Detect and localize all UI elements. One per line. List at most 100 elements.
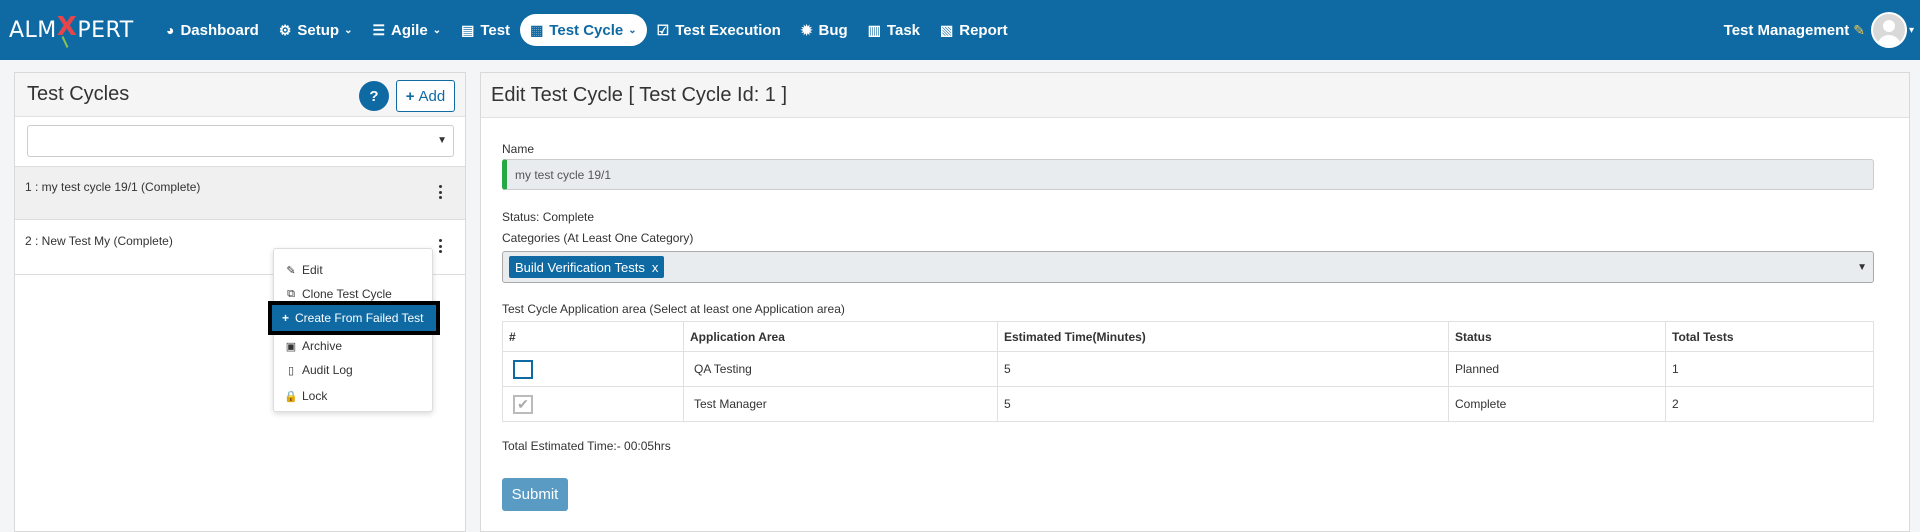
area-cell: QA Testing: [683, 351, 998, 387]
nav-report[interactable]: ▧ Report: [930, 14, 1018, 46]
gears-icon: ⚙: [278, 21, 292, 38]
categories-label: Categories (At Least One Category): [502, 231, 694, 245]
area-cell: Test Manager: [683, 386, 998, 422]
edit-test-cycle-panel: Edit Test Cycle [ Test Cycle Id: 1 ] Nam…: [480, 72, 1910, 532]
nav-test[interactable]: ▤ Test: [451, 14, 520, 46]
time-cell: 5: [997, 386, 1449, 422]
menu-item-archive[interactable]: ▣ Archive: [274, 335, 432, 357]
logo-x: X: [56, 12, 78, 42]
menu-item-edit[interactable]: ✎ Edit: [274, 259, 432, 281]
name-field[interactable]: my test cycle 19/1: [502, 159, 1874, 190]
lock-icon: 🔒: [284, 390, 298, 403]
total-cell: 2: [1665, 386, 1874, 422]
question-icon: ?: [369, 87, 379, 105]
category-tag-label: Build Verification Tests: [515, 259, 645, 275]
nav-bug[interactable]: ✹ Bug: [791, 14, 858, 46]
menu-label: Audit Log: [302, 363, 353, 377]
status-cell: Complete: [1448, 386, 1666, 422]
plus-icon: +: [405, 87, 415, 105]
file-icon: ▯: [287, 364, 295, 377]
main-nav: ◕ Dashboard ⚙ Setup ⌄ ☰ Agile ⌄ ▤ Test ▦ Test C…: [156, 14, 1018, 46]
logo-text-left: ALM: [9, 17, 57, 43]
plus-icon: +: [282, 311, 290, 325]
tasks-icon: ▥: [867, 21, 881, 38]
project-name: Test Management: [1723, 21, 1850, 39]
test-cycles-header: Test Cycles ? + Add: [15, 73, 465, 117]
chevron-down-icon: ⌄: [628, 24, 637, 36]
user-menu[interactable]: Test Management ✎ ▾: [1724, 10, 1920, 50]
table-row: ✔ Test Manager 5 Complete 2: [502, 386, 1874, 422]
bug-icon: ✹: [800, 21, 813, 38]
test-cycle-item[interactable]: 1 : my test cycle 19/1 (Complete): [15, 166, 465, 220]
avatar[interactable]: [1870, 12, 1907, 48]
nav-label: Report: [959, 21, 1008, 39]
check-square-icon: ☑: [656, 21, 670, 38]
table-header-row: # Application Area Estimated Time(Minute…: [502, 321, 1874, 352]
time-cell: 5: [997, 351, 1449, 387]
kebab-menu-icon[interactable]: [434, 181, 446, 203]
menu-label: Edit: [302, 263, 323, 277]
nav-label: Bug: [818, 21, 848, 39]
pencil-icon: ✎: [286, 264, 296, 277]
cycle-filter-select[interactable]: ▼: [27, 125, 454, 157]
remove-tag-icon[interactable]: x: [652, 260, 659, 275]
help-button[interactable]: ?: [359, 81, 389, 111]
submit-button[interactable]: Submit: [502, 478, 568, 511]
total-cell: 1: [1665, 351, 1874, 387]
nav-label: Setup: [297, 21, 340, 39]
application-area-label: Test Cycle Application area (Select at l…: [502, 302, 845, 316]
total-estimated-time: Total Estimated Time:- 00:05hrs: [502, 439, 671, 453]
menu-label: Lock: [302, 389, 328, 403]
category-tag: Build Verification Tests x: [509, 256, 665, 278]
menu-item-lock[interactable]: 🔒 Lock: [274, 385, 432, 407]
menu-label: Clone Test Cycle: [302, 287, 392, 301]
select-cell: ✔: [502, 386, 684, 422]
categories-select[interactable]: Build Verification Tests x ▼: [502, 251, 1874, 283]
nav-test-execution[interactable]: ☑ Test Execution: [647, 14, 791, 46]
nav-label: Test Cycle: [549, 21, 624, 39]
top-navbar: ALM X PERT ◕ Dashboard ⚙ Setup ⌄ ☰ Agile ⌄ ▤ Tes…: [0, 0, 1920, 60]
dashboard-icon: ◕: [166, 22, 175, 38]
document-icon: ▤: [461, 21, 475, 38]
column-header: Estimated Time(Minutes): [997, 321, 1449, 352]
almxpert-logo[interactable]: ALM X PERT: [9, 12, 134, 47]
caret-down-icon[interactable]: ▾: [1909, 25, 1914, 36]
status-text: Status: Complete: [502, 210, 595, 224]
nav-agile[interactable]: ☰ Agile ⌄: [362, 14, 451, 46]
test-cycle-label: 1 : my test cycle 19/1 (Complete): [25, 180, 201, 194]
column-header: Status: [1448, 321, 1666, 352]
nav-test-cycle[interactable]: ▦ Test Cycle ⌄: [520, 14, 647, 46]
select-cell: [502, 351, 684, 387]
test-cycles-panel: Test Cycles ? + Add ▼ 1 : my test cycle 1…: [14, 72, 466, 532]
panel-title: Test Cycles: [27, 83, 130, 105]
dropdown-arrow-icon: ▼: [1857, 262, 1867, 273]
chevron-down-icon: ⌄: [344, 24, 353, 36]
logo-text-right: PERT: [77, 17, 134, 43]
edit-header: Edit Test Cycle [ Test Cycle Id: 1 ]: [481, 73, 1909, 118]
column-header: #: [502, 321, 684, 352]
nav-dashboard[interactable]: ◕ Dashboard: [156, 14, 269, 46]
page-title: Edit Test Cycle [ Test Cycle Id: 1 ]: [491, 84, 788, 106]
grid-icon: ▦: [530, 21, 544, 38]
dropdown-arrow-icon: ▼: [437, 135, 447, 146]
checkmark-icon: ✔: [517, 395, 529, 412]
add-button[interactable]: + Add: [396, 80, 455, 112]
nav-label: Agile: [391, 21, 428, 39]
column-header: Application Area: [683, 321, 998, 352]
nav-label: Test Execution: [675, 21, 781, 39]
menu-item-audit-log[interactable]: ▯ Audit Log: [274, 359, 432, 381]
chevron-down-icon: ⌄: [432, 24, 442, 36]
table-row: QA Testing 5 Planned 1: [502, 351, 1874, 387]
list-icon: ☰: [372, 21, 386, 38]
area-checkbox-checked[interactable]: ✔: [513, 394, 533, 414]
kebab-menu-icon[interactable]: [434, 235, 446, 257]
area-checkbox[interactable]: [513, 359, 533, 379]
copy-icon: ⧉: [287, 287, 295, 300]
nav-setup[interactable]: ⚙ Setup ⌄: [269, 14, 363, 46]
test-cycle-label: 2 : New Test My (Complete): [25, 234, 173, 248]
pencil-icon[interactable]: ✎: [1853, 22, 1865, 39]
status-cell: Planned: [1448, 351, 1666, 387]
menu-label: Archive: [302, 339, 343, 353]
menu-item-create-from-failed[interactable]: + Create From Failed Test: [268, 301, 440, 335]
nav-task[interactable]: ▥ Task: [858, 14, 930, 46]
